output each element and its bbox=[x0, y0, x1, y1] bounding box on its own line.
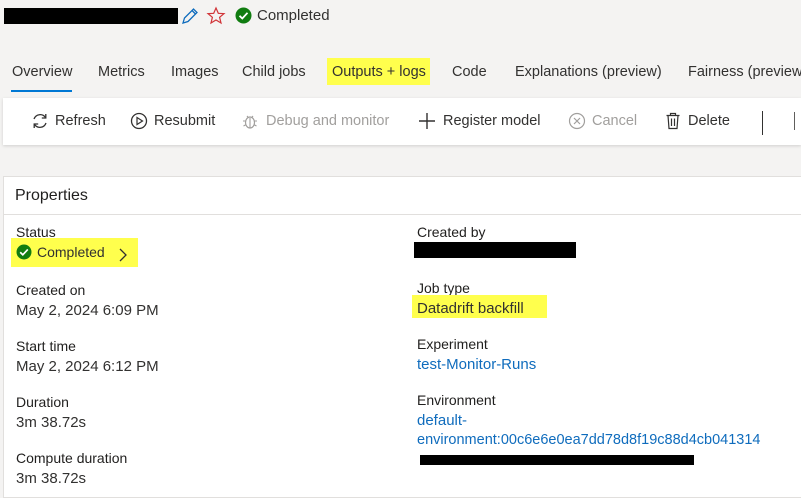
environment-link-line1[interactable]: default- bbox=[417, 412, 467, 429]
overflow-icon[interactable] bbox=[794, 112, 801, 130]
start-time-label: Start time bbox=[16, 338, 76, 354]
duration-value: 3m 38.72s bbox=[16, 414, 87, 431]
compute-duration-value: 3m 38.72s bbox=[16, 470, 87, 487]
delete-button[interactable]: Delete bbox=[688, 113, 730, 129]
cancel-button: Cancel bbox=[592, 113, 638, 129]
toolbar-separator bbox=[762, 111, 763, 135]
start-time-value: May 2, 2024 6:12 PM bbox=[16, 358, 159, 375]
created-by-label: Created by bbox=[417, 224, 486, 240]
bug-icon bbox=[240, 111, 260, 136]
duration-label: Duration bbox=[16, 394, 69, 410]
status-value: Completed bbox=[37, 244, 105, 260]
tab-explanations[interactable]: Explanations (preview) bbox=[515, 64, 662, 80]
tab-code[interactable]: Code bbox=[452, 64, 487, 80]
success-check-icon bbox=[235, 7, 252, 29]
properties-title: Properties bbox=[15, 187, 88, 204]
command-toolbar: Refresh Resubmit Debug and monitor Regis… bbox=[3, 98, 801, 145]
chevron-right-icon[interactable] bbox=[117, 247, 129, 268]
favorite-star-icon[interactable] bbox=[206, 6, 226, 31]
trash-icon[interactable] bbox=[663, 111, 683, 136]
edit-pencil-icon[interactable] bbox=[180, 6, 200, 31]
debug-monitor-button: Debug and monitor bbox=[266, 113, 390, 129]
redacted-job-name bbox=[4, 8, 178, 24]
tab-overview[interactable]: Overview bbox=[12, 64, 72, 80]
tab-metrics[interactable]: Metrics bbox=[98, 64, 145, 80]
header-status-text: Completed bbox=[257, 7, 330, 24]
created-on-value: May 2, 2024 6:09 PM bbox=[16, 302, 159, 319]
resubmit-icon[interactable] bbox=[129, 111, 149, 136]
redacted-environment-line3 bbox=[420, 455, 694, 465]
status-check-icon bbox=[16, 244, 32, 265]
created-on-label: Created on bbox=[16, 282, 86, 298]
job-type-value: Datadrift backfill bbox=[417, 300, 524, 317]
properties-divider bbox=[4, 214, 801, 215]
environment-link-line2[interactable]: environment:00c6e6e0ea7dd78d8f19c88d4cb0… bbox=[417, 432, 760, 448]
register-model-button[interactable]: Register model bbox=[443, 113, 541, 129]
compute-duration-label: Compute duration bbox=[16, 450, 128, 466]
job-type-label: Job type bbox=[417, 280, 470, 296]
experiment-link[interactable]: test-Monitor-Runs bbox=[417, 356, 536, 373]
resubmit-button[interactable]: Resubmit bbox=[154, 113, 215, 129]
tab-fairness[interactable]: Fairness (preview) bbox=[688, 64, 801, 80]
experiment-label: Experiment bbox=[417, 336, 488, 352]
environment-label: Environment bbox=[417, 392, 496, 408]
cancel-icon bbox=[567, 111, 587, 136]
redacted-created-by bbox=[414, 242, 576, 258]
tab-active-indicator bbox=[11, 90, 72, 92]
tab-images[interactable]: Images bbox=[171, 64, 219, 80]
tab-outputs-logs[interactable]: Outputs + logs bbox=[332, 64, 426, 80]
refresh-icon[interactable] bbox=[30, 111, 50, 136]
add-icon[interactable] bbox=[417, 111, 437, 136]
refresh-button[interactable]: Refresh bbox=[55, 113, 106, 129]
tab-child-jobs[interactable]: Child jobs bbox=[242, 64, 306, 80]
